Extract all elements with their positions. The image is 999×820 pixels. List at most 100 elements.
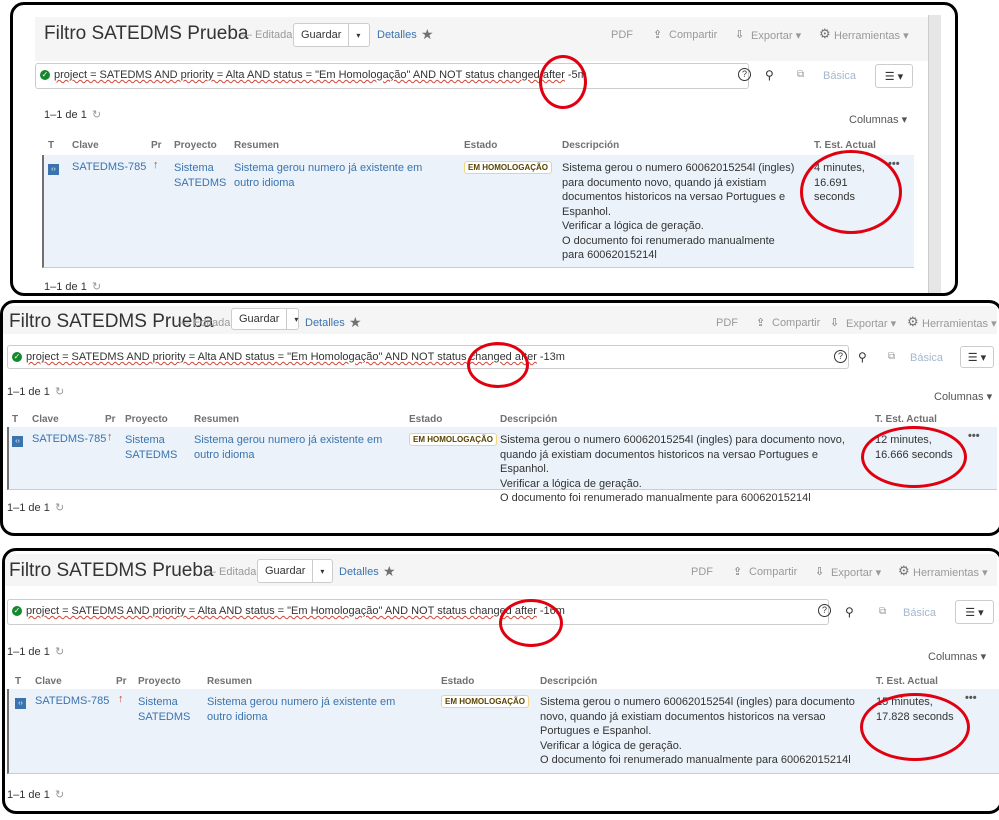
column-header[interactable]: Estado: [441, 676, 474, 687]
search-icon[interactable]: ⚲: [765, 68, 774, 82]
basic-search-link[interactable]: Básica: [910, 352, 943, 364]
details-link[interactable]: Detalles: [377, 29, 417, 41]
share-button[interactable]: Compartir: [669, 29, 717, 41]
save-button-group[interactable]: Guardar ▾: [231, 308, 299, 330]
column-header[interactable]: Pr: [151, 140, 162, 151]
column-header[interactable]: Proyecto: [138, 676, 181, 687]
column-header[interactable]: Resumen: [234, 140, 279, 151]
refresh-icon[interactable]: ↻: [55, 501, 64, 514]
column-header[interactable]: T. Est. Actual: [875, 414, 937, 425]
refresh-icon[interactable]: ↻: [92, 108, 101, 121]
star-icon[interactable]: ★: [349, 314, 362, 331]
view-menu-button[interactable]: ☰ ▾: [955, 600, 994, 624]
share-icon: ⇪: [733, 566, 743, 578]
basic-search-link[interactable]: Básica: [823, 70, 856, 82]
tools-button[interactable]: Herramientas ▾: [913, 566, 988, 579]
pdf-button[interactable]: PDF: [611, 29, 633, 41]
column-header[interactable]: T: [48, 140, 54, 151]
column-header[interactable]: T: [12, 414, 18, 425]
results-panel-3: Filtro SATEDMS Prueba — Editada Guardar ▾ De…: [2, 548, 999, 814]
export-button[interactable]: Exportar ▾: [831, 566, 881, 579]
project-link[interactable]: Sistema SATEDMS: [138, 695, 190, 724]
search-icon[interactable]: ⚲: [845, 605, 854, 619]
summary-link[interactable]: Sistema gerou numero já existente em out…: [194, 433, 387, 462]
refresh-icon[interactable]: ↻: [55, 788, 64, 801]
jql-query-input[interactable]: ✓ project = SATEDMS AND priority = Alta A…: [35, 63, 751, 89]
tree-icon[interactable]: ⧉: [797, 69, 804, 80]
column-header[interactable]: Descripción: [562, 140, 619, 151]
star-icon[interactable]: ★: [421, 26, 434, 43]
help-icon[interactable]: ?: [738, 68, 751, 81]
jql-query-input[interactable]: ✓ project = SATEDMS AND priority = Alta A…: [7, 345, 849, 369]
valid-check-icon: ✓: [12, 352, 22, 363]
share-button[interactable]: Compartir: [772, 317, 820, 329]
column-header[interactable]: Clave: [72, 140, 99, 151]
refresh-icon[interactable]: ↻: [55, 385, 64, 398]
help-icon[interactable]: ?: [834, 350, 847, 363]
column-header[interactable]: Proyecto: [125, 414, 168, 425]
column-header[interactable]: Pr: [116, 676, 127, 687]
save-button[interactable]: Guardar: [258, 560, 314, 582]
issue-key-link[interactable]: SATEDMS-785: [35, 695, 109, 707]
export-button[interactable]: Exportar ▾: [846, 317, 896, 330]
refresh-icon[interactable]: ↻: [92, 280, 101, 293]
jql-text[interactable]: ✓ project = SATEDMS AND priority = Alta A…: [40, 69, 587, 81]
filter-title: Filtro SATEDMS Prueba: [44, 23, 249, 44]
more-actions-icon[interactable]: •••: [965, 692, 977, 704]
priority-high-icon: ↑: [153, 159, 159, 171]
tree-icon[interactable]: ⧉: [888, 351, 895, 362]
column-header[interactable]: Pr: [105, 414, 116, 425]
column-header[interactable]: Proyecto: [174, 140, 217, 151]
issue-key-link[interactable]: SATEDMS-785: [72, 161, 146, 173]
column-header[interactable]: T. Est. Actual: [876, 676, 938, 687]
view-menu-button[interactable]: ☰ ▾: [960, 346, 994, 368]
refresh-icon[interactable]: ↻: [55, 645, 64, 658]
column-header[interactable]: Resumen: [207, 676, 252, 687]
star-icon[interactable]: ★: [383, 563, 396, 580]
pdf-button[interactable]: PDF: [691, 566, 713, 578]
save-button-group[interactable]: Guardar ▾: [293, 23, 370, 47]
column-header[interactable]: Resumen: [194, 414, 239, 425]
column-header[interactable]: Clave: [35, 676, 62, 687]
save-button[interactable]: Guardar: [232, 309, 288, 329]
basic-search-link[interactable]: Básica: [903, 607, 936, 619]
summary-link[interactable]: Sistema gerou numero já existente em out…: [234, 161, 442, 190]
pdf-button[interactable]: PDF: [716, 317, 738, 329]
save-dropdown-icon[interactable]: ▾: [349, 31, 367, 40]
columns-button[interactable]: Columnas ▾: [934, 390, 992, 403]
save-button[interactable]: Guardar: [294, 24, 350, 46]
results-panel-1: Filtro SATEDMS Prueba — Editada Guardar ▾ De…: [10, 2, 958, 296]
columns-button[interactable]: Columnas ▾: [849, 113, 907, 126]
details-link[interactable]: Detalles: [305, 317, 345, 329]
results-count: 1–1 de 1: [7, 646, 50, 658]
columns-button[interactable]: Columnas ▾: [928, 650, 986, 663]
project-link[interactable]: Sistema SATEDMS: [125, 433, 177, 462]
column-header[interactable]: Descripción: [500, 414, 557, 425]
scrollbar[interactable]: [928, 15, 941, 293]
column-header[interactable]: Estado: [464, 140, 497, 151]
column-header[interactable]: T: [15, 676, 21, 687]
description-line: O documento foi renumerado manualmente p…: [540, 754, 851, 766]
jql-text[interactable]: ✓ project = SATEDMS AND priority = Alta A…: [12, 605, 565, 617]
tools-button[interactable]: Herramientas ▾: [922, 317, 997, 330]
column-header[interactable]: Clave: [32, 414, 59, 425]
more-actions-icon[interactable]: •••: [968, 430, 980, 442]
project-link[interactable]: Sistema SATEDMS: [174, 161, 226, 190]
save-dropdown-icon[interactable]: ▾: [287, 315, 305, 324]
jql-query-input[interactable]: ✓ project = SATEDMS AND priority = Alta A…: [7, 599, 831, 625]
details-link[interactable]: Detalles: [339, 566, 379, 578]
tree-icon[interactable]: ⧉: [879, 606, 886, 617]
export-button[interactable]: Exportar ▾: [751, 29, 801, 42]
gear-icon: ⚙: [907, 314, 919, 329]
view-menu-button[interactable]: ☰ ▾: [875, 64, 913, 88]
summary-link[interactable]: Sistema gerou numero já existente em out…: [207, 695, 419, 724]
tools-button[interactable]: Herramientas ▾: [834, 29, 909, 42]
share-button[interactable]: Compartir: [749, 566, 797, 578]
help-icon[interactable]: ?: [818, 604, 831, 617]
save-button-group[interactable]: Guardar ▾: [257, 559, 333, 583]
search-icon[interactable]: ⚲: [858, 350, 867, 364]
issue-key-link[interactable]: SATEDMS-785: [32, 433, 106, 445]
column-header[interactable]: Descripción: [540, 676, 597, 687]
save-dropdown-icon[interactable]: ▾: [313, 567, 331, 576]
column-header[interactable]: Estado: [409, 414, 442, 425]
